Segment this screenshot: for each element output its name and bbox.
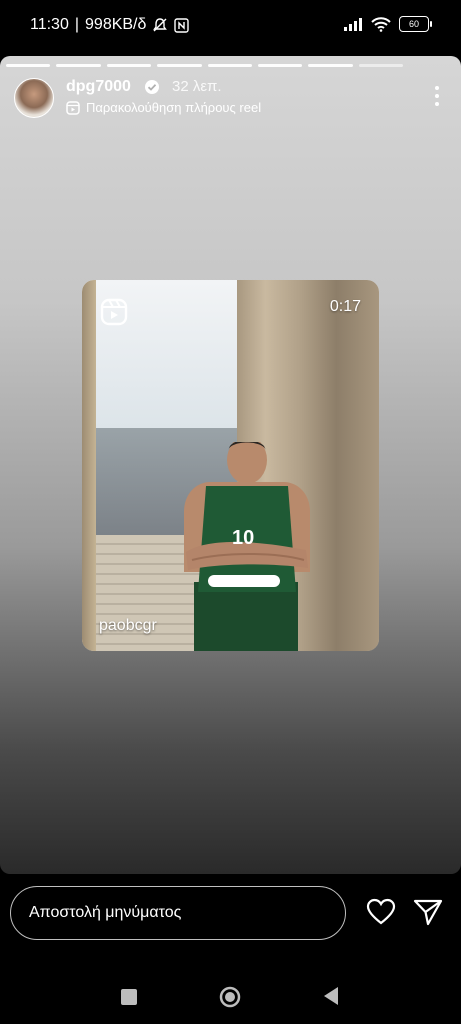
system-nav-bar	[0, 964, 461, 1024]
nfc-icon	[174, 17, 190, 33]
player-image: 10	[184, 442, 310, 651]
status-bar: 11:30 | 998KB/δ 60	[0, 0, 461, 52]
watch-full-reel-link[interactable]: Παρακολούθηση πλήρους reel	[66, 100, 261, 115]
posted-time: 32 λεπ.	[172, 78, 222, 95]
network-speed: 998KB/δ	[85, 16, 147, 33]
reel-duration: 0:17	[329, 298, 361, 315]
signal-icon	[344, 18, 362, 31]
progress-segment	[6, 64, 51, 67]
progress-segment	[207, 64, 252, 67]
status-left: 11:30 | 998KB/δ	[30, 16, 190, 34]
battery-icon: 60	[399, 16, 432, 32]
mute-icon	[153, 18, 168, 32]
progress-segment	[56, 64, 101, 67]
story-progress-bar	[6, 64, 403, 67]
reel-author[interactable]: paobcgr	[99, 617, 157, 635]
message-input[interactable]: Αποστολή μηνύματος	[10, 886, 346, 940]
status-right: 60	[343, 16, 432, 32]
reel-link-label: Παρακολούθηση πλήρους reel	[86, 100, 262, 115]
progress-segment	[257, 64, 303, 67]
progress-segment-current	[358, 64, 403, 67]
avatar[interactable]	[14, 78, 54, 118]
reels-icon	[66, 100, 80, 115]
verified-badge-icon	[145, 80, 159, 94]
reels-icon-overlay	[100, 298, 128, 326]
home-button[interactable]	[219, 986, 241, 1008]
svg-text:10: 10	[232, 527, 254, 549]
battery-level: 60	[408, 19, 419, 29]
recent-apps-button[interactable]	[121, 989, 137, 1005]
send-icon[interactable]	[413, 898, 443, 926]
back-button[interactable]	[322, 986, 340, 1006]
clock: 11:30	[30, 16, 69, 33]
wifi-icon	[371, 17, 391, 32]
status-separator: |	[74, 16, 80, 33]
progress-segment	[157, 64, 202, 67]
username[interactable]: dpg7000	[66, 78, 131, 96]
more-options-button[interactable]	[435, 86, 439, 110]
progress-segment	[106, 64, 152, 67]
reel-card[interactable]: 10 0:17 paobcgr	[82, 280, 379, 651]
progress-segment	[308, 64, 353, 67]
message-placeholder: Αποστολή μηνύματος	[29, 904, 182, 921]
heart-icon[interactable]	[366, 898, 396, 926]
reel-column-left	[82, 280, 96, 651]
